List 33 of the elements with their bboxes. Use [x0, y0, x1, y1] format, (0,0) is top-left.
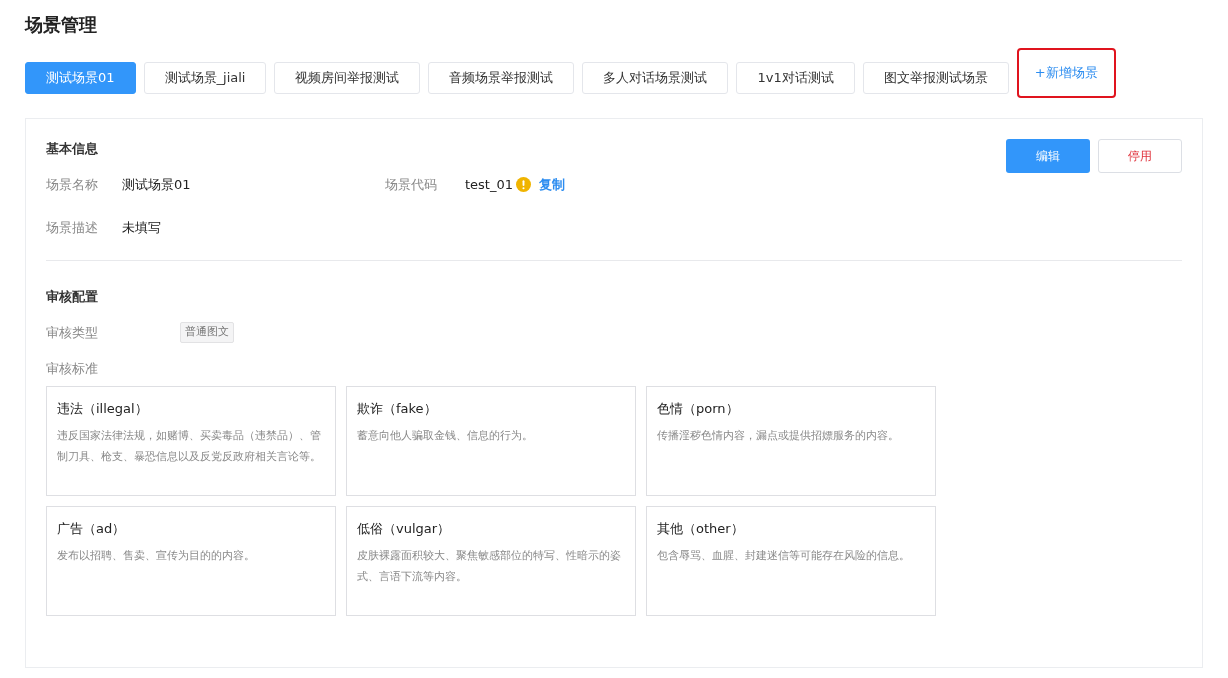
standard-title: 其他（other）: [657, 520, 745, 538]
standard-title: 低俗（vulgar）: [357, 520, 452, 538]
field-value: test_01: [465, 175, 513, 194]
standard-description: 蓄意向他人骗取金钱、信息的行为。: [357, 427, 534, 444]
standard-title: 色情（porn）: [657, 400, 740, 418]
disable-button[interactable]: 停用: [1098, 139, 1182, 173]
field-value: 测试场景01: [122, 175, 192, 194]
scene-tab[interactable]: 图文举报测试场景: [862, 62, 1009, 94]
standard-title: 广告（ad）: [57, 520, 127, 538]
section-heading: 审核配置: [46, 288, 98, 304]
field-label: 场景描述: [46, 219, 99, 237]
scene-tab[interactable]: 1v1对话测试: [736, 62, 855, 94]
standard-description: 违反国家法律法规，如赌博、买卖毒品（违禁品）、管制刀具、枪支、暴恐信息以及反党反政府相关言论等。: [57, 427, 322, 465]
scene-tab[interactable]: 音频场景举报测试: [428, 62, 575, 94]
copy-link[interactable]: 复制: [539, 174, 565, 194]
standard-description: 发布以招聘、售卖、宣传为目的的内容。: [57, 547, 256, 564]
standard-description: 包含辱骂、血腥、封建迷信等可能存在风险的信息。: [657, 547, 911, 564]
field-label: 场景代码: [385, 175, 438, 194]
standard-title: 违法（illegal）: [57, 400, 149, 418]
page-title: 场景管理: [25, 13, 98, 37]
standard-description: 传播淫秽色情内容，漏点或提供招嫖服务的内容。: [657, 427, 900, 444]
field-label: 审核类型: [46, 323, 99, 342]
scene-tab[interactable]: 测试场景_jiali: [143, 62, 267, 94]
type-tag: 普通图文: [180, 322, 234, 343]
field-label: 审核标准: [46, 360, 98, 376]
field-value: 未填写: [122, 219, 161, 237]
add-scene-button[interactable]: +新增场景: [1016, 48, 1116, 98]
field-label: 场景名称: [46, 175, 99, 194]
scene-tab[interactable]: 多人对话场景测试: [582, 62, 729, 94]
standard-description: 皮肤裸露面积较大、聚焦敏感部位的特写、性暗示的姿式、言语下流等内容。: [357, 547, 622, 585]
standard-title: 欺诈（fake）: [357, 400, 438, 418]
scene-tab[interactable]: 视频房间举报测试: [274, 62, 421, 94]
section-heading: 基本信息: [46, 141, 98, 156]
